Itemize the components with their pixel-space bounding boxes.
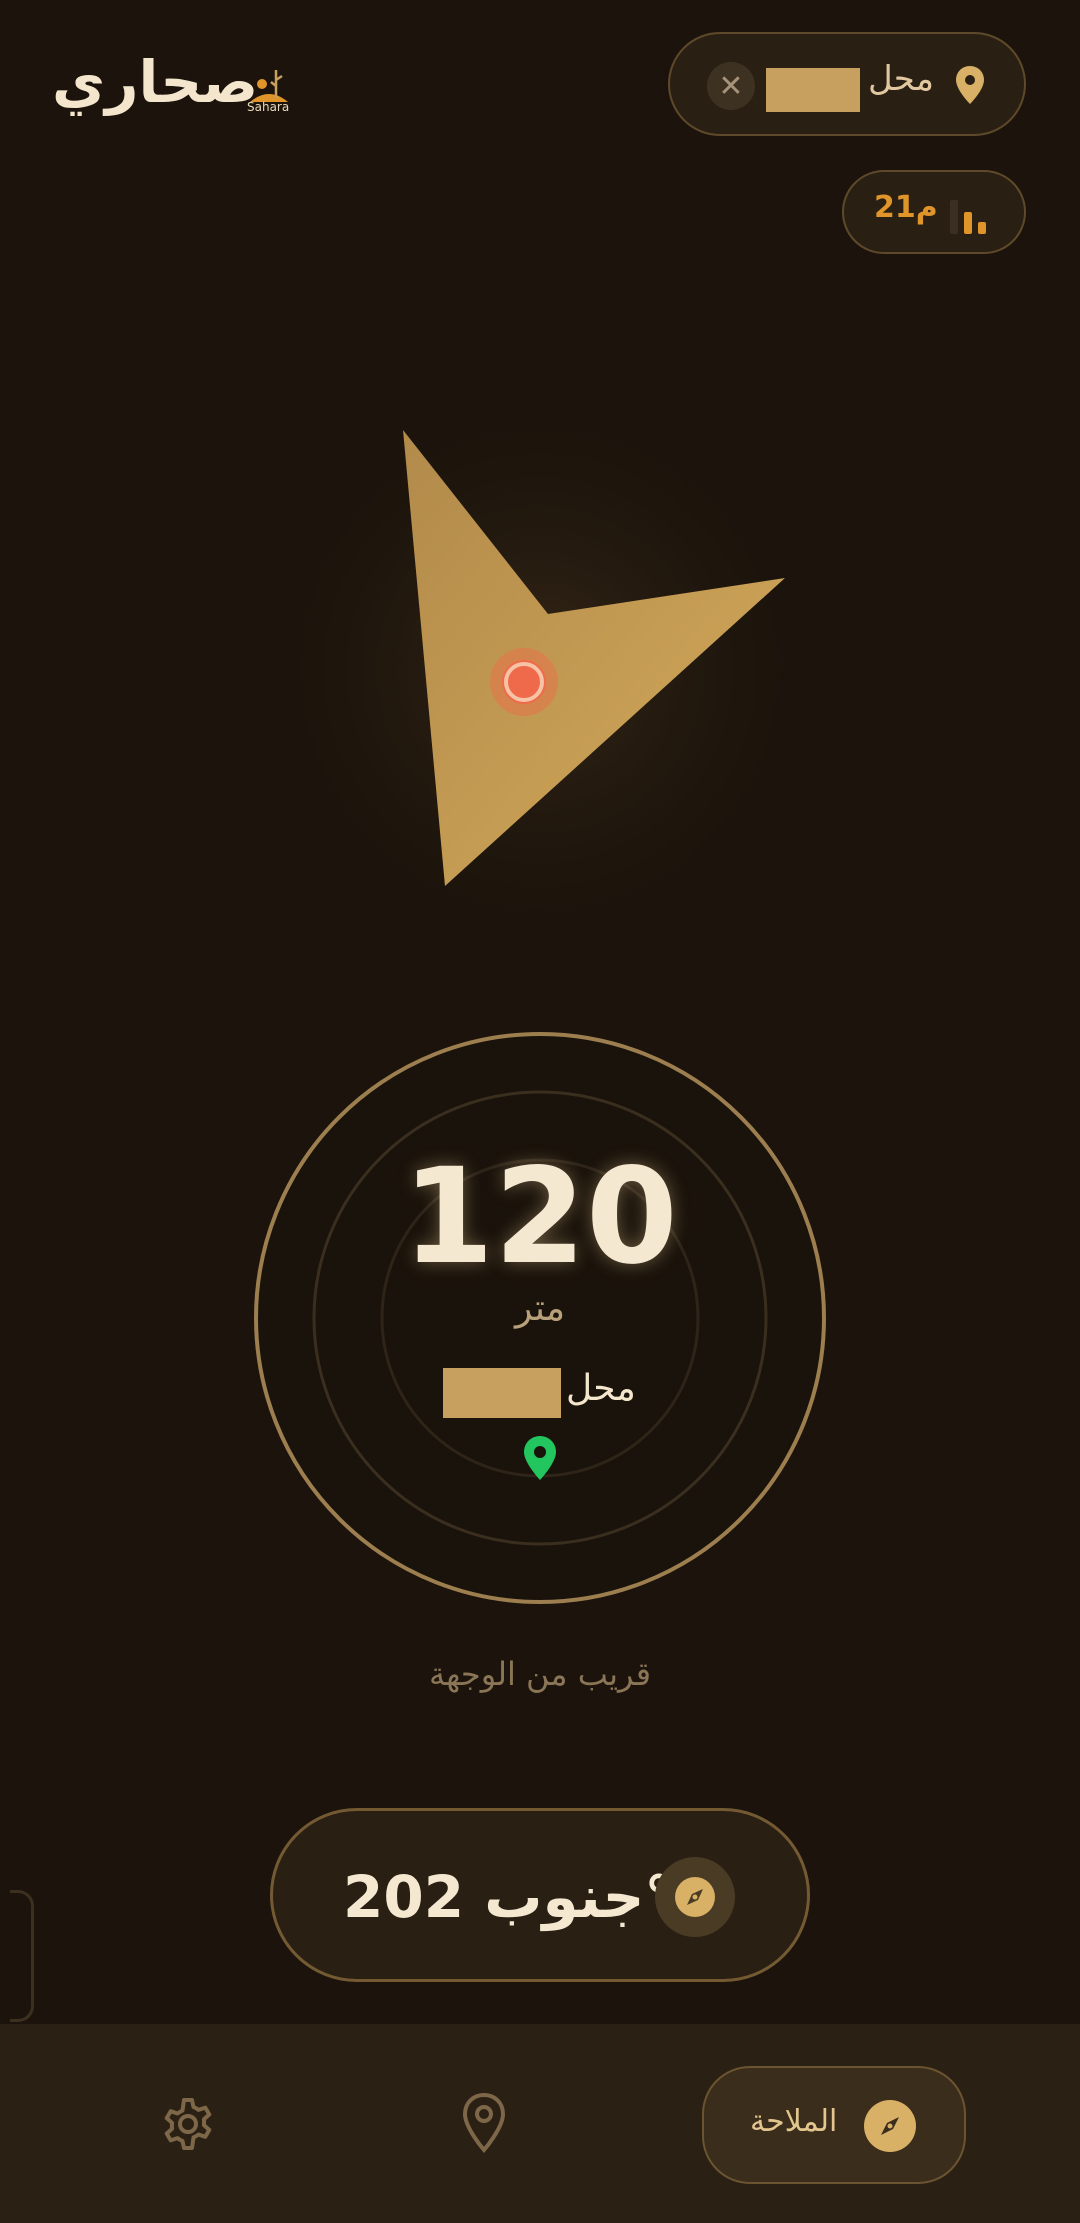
distance-unit: متر [514,1288,565,1329]
edge-drawer-handle[interactable] [10,1890,34,2022]
nav-item-navigation[interactable]: الملاحة [702,2066,966,2184]
compass-icon [864,2100,916,2152]
compass-icon [655,1857,735,1937]
gear-icon[interactable] [160,2096,216,2152]
clear-place-button[interactable]: ✕ [707,62,755,110]
bottom-navigation: الملاحة [0,2024,1080,2223]
place-name-redacted [766,68,860,112]
place-selector[interactable]: ✕ محل [668,32,1026,136]
location-pin-icon[interactable] [462,2092,506,2154]
accuracy-value: 21م [874,190,938,225]
gps-accuracy-badge: 21م [842,170,1026,254]
destination-pin-icon [524,1436,556,1480]
signal-strength-icon [950,200,986,234]
close-icon: ✕ [718,68,744,104]
destination-label: محل [566,1368,636,1409]
distance-value: 120 [402,1140,678,1294]
location-pin-icon [956,66,984,104]
heading-text: جنوب 202° [343,1863,673,1931]
nav-item-label: الملاحة [750,2104,838,2139]
place-label: محل [868,59,934,99]
proximity-status: قريب من الوجهة [429,1655,651,1693]
heading-indicator[interactable]: جنوب 202° [270,1808,810,1982]
app-title: صحاري [52,48,259,116]
logo-text: Sahara [247,100,290,114]
direction-arrow [300,390,820,930]
destination-name-redacted [443,1368,561,1418]
